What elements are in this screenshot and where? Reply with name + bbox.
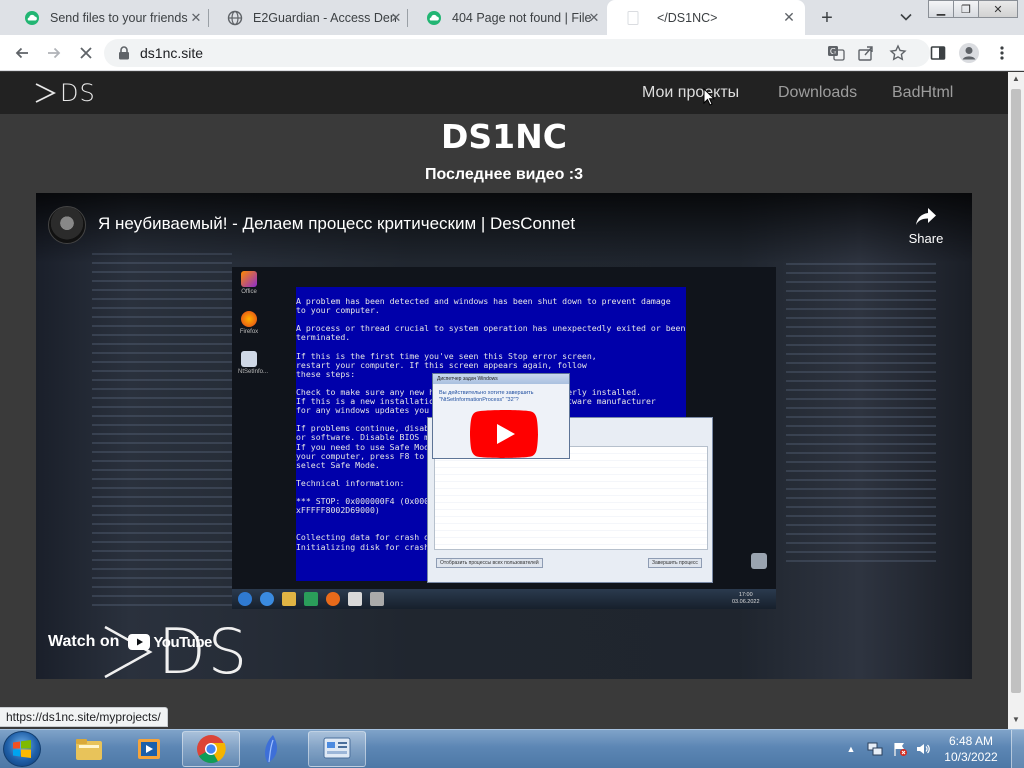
taskbar-control-panel[interactable] [308,731,366,767]
forward-button[interactable] [42,41,66,65]
cloud-icon [24,10,40,26]
dialog-text: Вы действительно хотите завершить "NtSet… [439,390,534,403]
video-title[interactable]: Я неубиваемый! - Делаем процесс критичес… [98,214,575,234]
share-icon[interactable] [854,41,878,65]
close-icon[interactable]: ✕ [586,10,602,26]
status-bar-url: https://ds1nc.site/myprojects/ [0,707,168,727]
play-button[interactable] [470,410,538,458]
minimize-button[interactable]: ▁ [928,0,954,18]
clock-time: 6:48 AM [948,734,994,748]
scroll-down-icon[interactable]: ▼ [1011,715,1021,724]
new-tab-button[interactable]: + [815,6,839,30]
show-all-processes-button: Отобразить процессы всех пользователей [436,558,543,568]
vertical-scrollbar[interactable]: ▲ ▼ [1008,72,1024,729]
desktop-icon: Firefox [238,311,260,335]
youtube-icon [128,634,151,650]
close-window-button[interactable]: ✕ [978,0,1018,18]
start-button[interactable] [3,731,41,767]
taskbar-feather-app[interactable] [244,731,302,767]
tab-send-files[interactable]: Send files to your friends [6,0,209,35]
nav-my-projects[interactable]: Мои проекты [642,84,739,102]
video-clock: 17:00 03.06.2022 [732,592,760,605]
watch-on-youtube-button[interactable]: Watch on YouTube [48,633,212,651]
lock-icon[interactable] [116,45,132,61]
video-ide-panel [786,263,936,563]
site-logo[interactable]: DS [34,78,96,108]
page-subtitle: Последнее видео :3 [424,166,584,183]
tab-title: E2Guardian - Access Den [253,10,397,25]
end-process-button: Завершить процесс [648,558,702,568]
tab-title: </DS1NC> [657,10,718,25]
menu-dots-icon[interactable] [990,41,1014,65]
media-player-icon [138,739,160,759]
scroll-up-icon[interactable]: ▲ [1011,74,1021,83]
control-panel-icon [323,737,351,759]
volume-icon[interactable] [914,730,932,768]
action-center-flag-icon[interactable] [891,730,909,768]
channel-avatar[interactable] [48,206,86,244]
desktop-icon: Office [238,271,260,295]
site-navbar: DS Мои проекты Downloads BadHtml [0,72,1024,114]
folder-icon [76,739,102,760]
profile-avatar-icon[interactable] [957,41,981,65]
share-arrow-icon [916,208,936,225]
page-title: DS1NC [441,117,567,156]
translate-icon[interactable]: G [824,41,848,65]
tab-title: 404 Page not found | File [452,10,592,25]
system-clock[interactable]: 6:48 AM 10/3/2022 [936,733,1006,765]
process-table [434,446,708,550]
chevron-down-icon[interactable] [896,6,916,28]
clock-date: 10/3/2022 [944,750,998,764]
watch-on-label: Watch on [48,633,120,650]
prompt-chevron-icon [35,83,56,103]
scrollbar-thumb[interactable] [1011,89,1021,693]
video-taskbar: 17:00 03.06.2022 [232,589,776,609]
chrome-icon [197,735,226,764]
taskbar-chrome[interactable] [182,731,240,767]
back-button[interactable] [10,41,34,65]
side-panel-icon[interactable] [926,41,950,65]
address-bar[interactable]: ds1nc.site [104,39,930,67]
bookmark-star-icon[interactable] [886,41,910,65]
recycle-bin-icon [748,553,770,571]
tab-404[interactable]: 404 Page not found | File [408,0,606,35]
share-button[interactable]: Share [904,207,948,246]
desktop-icon: NtSetInfo... [238,351,268,375]
share-label: Share [908,231,944,246]
tab-ds1nc[interactable]: </DS1NC> ✕ [607,0,805,35]
nav-downloads[interactable]: Downloads [778,84,857,102]
tab-e2guardian[interactable]: E2Guardian - Access Den [209,0,407,35]
youtube-logo: YouTube [128,633,212,651]
nav-badhtml[interactable]: BadHtml [892,84,953,102]
mouse-cursor-icon [703,88,715,106]
svg-text:G: G [830,47,836,56]
close-icon[interactable]: ✕ [388,10,404,26]
site-logo-text: DS [60,79,96,107]
browser-tab-strip: Send files to your friends E2Guardian - … [0,0,1024,35]
feather-icon [265,735,278,763]
taskbar-media-player[interactable] [120,731,178,767]
video-ide-panel [92,253,232,613]
stop-loading-button[interactable] [74,41,98,65]
blank-page-icon [625,10,641,26]
close-icon[interactable]: ✕ [188,10,204,26]
browser-toolbar: ds1nc.site G [0,35,1024,71]
tab-title: Send files to your friends [50,10,188,25]
windows-logo-icon [13,740,31,758]
close-icon[interactable]: ✕ [781,9,797,26]
globe-icon [227,10,243,26]
windows-taskbar: ▲ 6:48 AM 10/3/2022 [0,729,1024,768]
youtube-wordmark: YouTube [153,633,212,651]
dialog-title: Диспетчер задач Windows [433,374,569,384]
taskbar-file-explorer[interactable] [60,731,118,767]
restore-button[interactable]: ❐ [953,0,979,18]
address-text: ds1nc.site [140,45,204,61]
show-desktop-button[interactable] [1011,730,1024,768]
page-content: DS1NC Последнее видео :3 Office Firefox … [0,114,1024,714]
video-embed[interactable]: Office Firefox NtSetInfo... A problem ha… [36,193,972,679]
cloud-icon [426,10,442,26]
tray-overflow-icon[interactable]: ▲ [845,730,857,768]
network-icon[interactable] [866,730,884,768]
